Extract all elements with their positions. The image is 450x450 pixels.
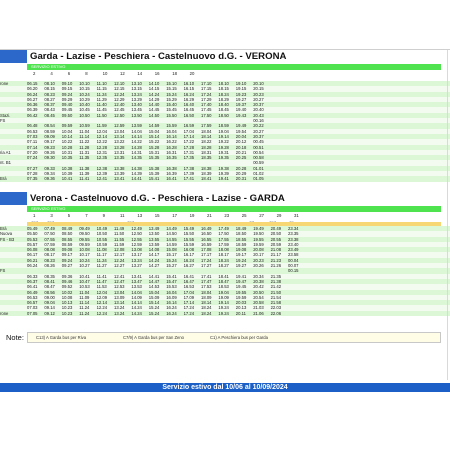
return-title: Verona - Castelnuovo d.G. - Peschiera - …: [30, 193, 285, 204]
departure-time: 18.41: [201, 176, 212, 182]
return-service-bar: SERVIZIO ESTIVO: [27, 206, 441, 212]
run-number: 7: [85, 213, 88, 218]
stop-name: rone: [0, 310, 9, 316]
departure-time: 14.41: [131, 176, 142, 182]
departure-times: 07.35 09.36 10.41 11.41 12.41 13.41 14.41 15.41…: [27, 176, 447, 181]
departure-time: 20.31: [235, 176, 247, 182]
run-number: 14: [137, 71, 143, 76]
outbound-title-row: Garda - Lazise - Peschiera - Castelnuovo…: [0, 50, 450, 63]
departure-time: 11.24: [79, 310, 90, 316]
notes-box: C13) A Garda bus per Riva C7/9) A Garda b…: [27, 332, 441, 343]
departure-time: 12.41: [96, 176, 108, 182]
departure-time: 22.06: [270, 310, 282, 316]
departure-time: 20.11: [235, 310, 246, 316]
run-number: 6: [67, 71, 71, 76]
run-number: 5: [67, 213, 71, 218]
run-number: 17: [172, 213, 177, 218]
run-number: 31: [294, 213, 299, 218]
table-row: Brà 07.35 09.36 10.41 11.41 12.41 13.41 14.41 15…: [0, 176, 450, 182]
departure-time: 19.41: [218, 176, 229, 182]
departure-time: 11.41: [79, 176, 90, 182]
outbound-title: Garda - Lazise - Peschiera - Castelnuovo…: [30, 51, 287, 62]
departure-time: 01.05: [253, 176, 264, 182]
run-number: 21: [207, 213, 212, 218]
departure-times: 07.05 09.12 10.23 11.24 12.24 13.24 14.24 15.24…: [27, 311, 447, 316]
run-number: 18: [172, 71, 177, 76]
run-number: 4: [50, 71, 53, 76]
timetable-sheet: Garda - Lazise - Peschiera - Castelnuovo…: [0, 0, 450, 450]
footer-text: Servizio estivo dal 10/06 al 10/09/2024: [162, 384, 288, 391]
departure-time: 12.24: [96, 310, 108, 316]
run-number: 1: [33, 213, 36, 218]
return-section: Verona - Castelnuovo d.G. - Peschiera - …: [0, 192, 450, 317]
departure-time: 07.05: [27, 310, 38, 316]
run-number: 23: [224, 213, 230, 218]
right-rule: [447, 50, 448, 380]
note-item: C7/9) A Garda bus per San Zeno: [123, 335, 184, 340]
run-number: 25: [241, 213, 247, 218]
run-number: 16: [154, 71, 160, 76]
run-number: 27: [259, 213, 264, 218]
departure-time: 19.24: [218, 310, 229, 316]
run-number: 3: [50, 213, 53, 218]
departure-time: 18.24: [201, 310, 212, 316]
outbound-title-tab: [0, 50, 27, 63]
table-row: rone 07.05 09.12 10.23 11.24 12.24 13.24 14.24 1…: [0, 310, 450, 317]
departure-time: 14.24: [131, 310, 142, 316]
return-title-tab: [0, 192, 27, 205]
stop-name: Brà: [0, 176, 7, 182]
footer-banner: Servizio estivo dal 10/06 al 10/09/2024: [0, 383, 450, 392]
outbound-timetable-grid: rone 06.15 08.10 09.10 10.10 11.10 12.10 13.10 1…: [0, 81, 450, 182]
run-number: 19: [189, 213, 195, 218]
outbound-service-bar: SERVIZIO ESTIVO: [27, 64, 441, 70]
departure-time: 07.35: [27, 176, 38, 182]
run-number: 13: [137, 213, 143, 218]
run-number: 10: [102, 71, 108, 76]
notes-row: Note: C13) A Garda bus per Riva C7/9) A G…: [0, 332, 450, 343]
departure-time: 09.12: [44, 310, 55, 316]
departure-time: 15.24: [148, 310, 160, 316]
return-timetable-grid: Brà 05.49 07.49 08.49 09.49 10.49 11.49 12.49 13…: [0, 226, 450, 317]
departure-time: 17.41: [183, 176, 195, 182]
departure-time: 16.41: [166, 176, 177, 182]
departure-time: 10.23: [61, 310, 73, 316]
run-number: 11: [120, 213, 125, 218]
outbound-section: Garda - Lazise - Peschiera - Castelnuovo…: [0, 50, 450, 182]
return-title-row: Verona - Castelnuovo d.G. - Peschiera - …: [0, 192, 450, 205]
departure-time: 21.06: [253, 310, 264, 316]
run-number: 15: [154, 213, 160, 218]
outbound-service-bar-text: SERVIZIO ESTIVO: [31, 64, 66, 69]
run-number: 29: [276, 213, 282, 218]
run-number: 2: [33, 71, 36, 76]
departure-time: 10.41: [61, 176, 73, 182]
departure-time: 13.41: [114, 176, 125, 182]
run-number: 8: [85, 71, 88, 76]
departure-time: 13.24: [114, 310, 125, 316]
departure-time: 16.24: [166, 310, 177, 316]
run-number: 12: [120, 71, 125, 76]
run-number: 20: [189, 71, 195, 76]
departure-time: 09.36: [44, 176, 55, 182]
note-item: C1) A Peschiera bus per Garda: [210, 335, 268, 340]
departure-time: 17.24: [183, 310, 195, 316]
run-number: 9: [102, 213, 105, 218]
notes-label: Note:: [6, 333, 24, 342]
return-service-bar-text: SERVIZIO ESTIVO: [31, 206, 66, 211]
note-item: C13) A Garda bus per Riva: [36, 335, 87, 340]
departure-time: 15.41: [148, 176, 160, 182]
